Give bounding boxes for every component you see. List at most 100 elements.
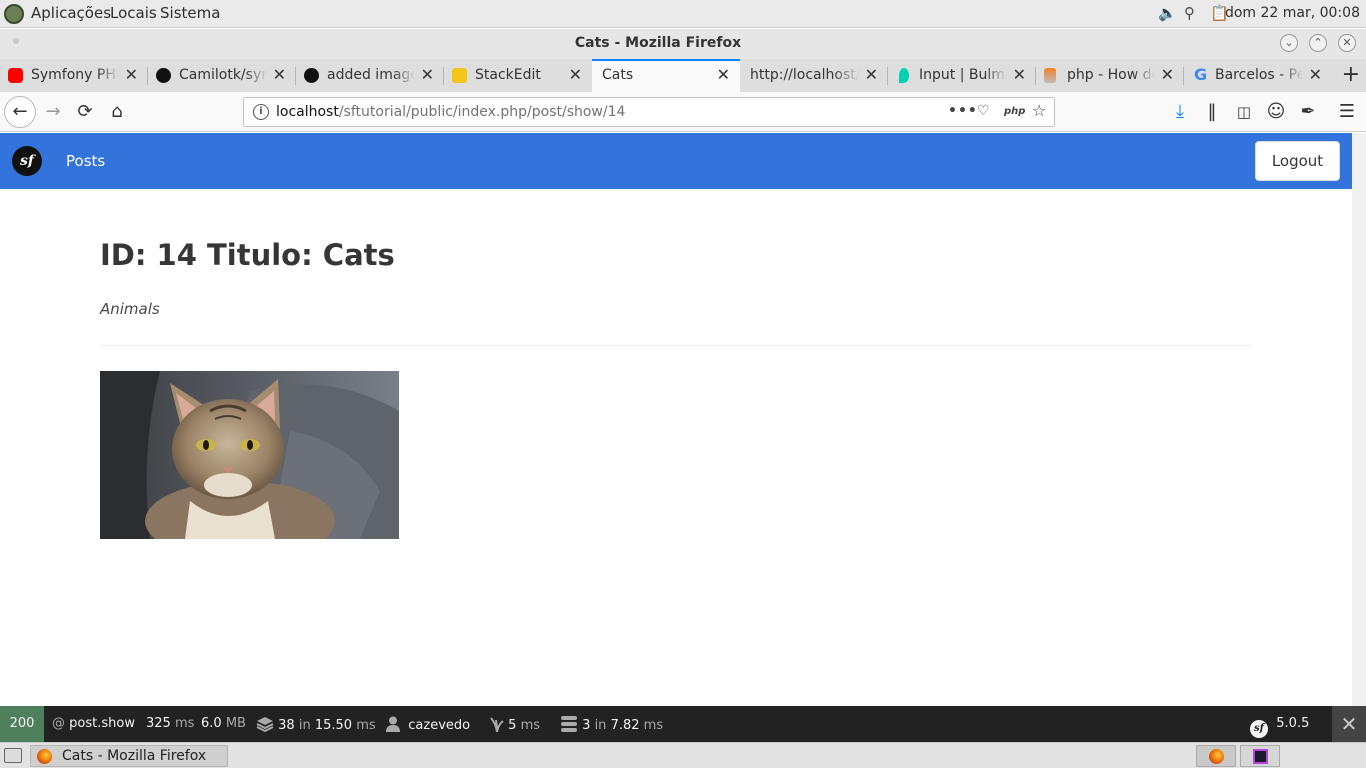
tab-label: StackEdit — [475, 67, 541, 83]
back-button[interactable]: ← — [4, 96, 36, 128]
db-unit: ms — [643, 718, 664, 733]
tab-label: http://localhost/s — [750, 67, 860, 83]
cache-unit: ms — [356, 718, 376, 733]
status-code-badge[interactable]: 200 — [0, 706, 44, 742]
tab-camilotk[interactable]: Camilotk/sym ✕ — [148, 59, 296, 92]
volume-icon[interactable]: 🔈 — [1158, 4, 1177, 22]
google-icon: G — [1194, 65, 1208, 84]
close-tab-icon[interactable]: ✕ — [1309, 65, 1322, 84]
library-icon[interactable]: ‖ — [1198, 98, 1226, 126]
route-name: post.show — [69, 716, 135, 731]
network-icon[interactable]: ⚲ — [1184, 4, 1195, 22]
taskbar-window-button[interactable]: Cats - Mozilla Firefox — [30, 745, 228, 767]
url-text[interactable]: localhost/sftutorial/public/index.php/po… — [276, 104, 625, 120]
hamburger-menu-icon[interactable]: ☰ — [1333, 98, 1361, 126]
close-tab-icon[interactable]: ✕ — [273, 65, 286, 84]
route-at-icon: @ — [52, 716, 70, 731]
route-panel[interactable]: @ post.show — [52, 716, 135, 731]
symfony-icon: sf — [1250, 720, 1268, 738]
close-window-icon[interactable]: ✕ — [1338, 34, 1356, 52]
db-time: 7.82 — [610, 718, 640, 733]
tab-localhost[interactable]: http://localhost/s ✕ — [740, 59, 888, 92]
tab-cats[interactable]: Cats ✕ — [592, 59, 740, 92]
menu-system[interactable]: Sistema — [160, 4, 220, 22]
tab-symfony-php[interactable]: Symfony PHP ✕ — [0, 59, 148, 92]
page-actions-icon[interactable]: ••• — [948, 103, 978, 119]
tab-stackoverflow[interactable]: php - How do ✕ — [1036, 59, 1184, 92]
site-navbar: sf Posts Logout — [0, 133, 1352, 189]
time-value: 325 — [146, 716, 171, 731]
database-icon — [561, 716, 577, 732]
nav-posts-link[interactable]: Posts — [66, 152, 105, 170]
close-tab-icon[interactable]: ✕ — [569, 65, 582, 84]
db-query-count: 3 — [582, 718, 591, 733]
minimize-icon[interactable]: ⌄ — [1280, 34, 1298, 52]
cache-in-label: in — [298, 718, 311, 733]
close-tab-icon[interactable]: ✕ — [717, 65, 730, 84]
tab-barcelos[interactable]: G Barcelos - Pe ✕ — [1184, 59, 1332, 92]
clock[interactable]: dom 22 mar, 00:08 — [1225, 5, 1360, 21]
firefox-icon — [37, 749, 52, 764]
new-tab-button[interactable]: + — [1342, 62, 1360, 87]
time-panel[interactable]: 325 ms — [146, 716, 194, 731]
tab-label: Barcelos - Pe — [1215, 67, 1303, 83]
time-unit: ms — [174, 716, 195, 731]
bookmark-star-icon[interactable]: ☆ — [1032, 101, 1046, 120]
account-icon[interactable]: ☺ — [1262, 98, 1290, 126]
twig-panel[interactable]: 5 ms — [490, 716, 540, 733]
menu-applications[interactable]: Aplicações — [31, 4, 111, 22]
home-button[interactable]: ⌂ — [103, 98, 131, 126]
tab-label: added images — [327, 67, 415, 83]
cache-layers-icon — [256, 717, 274, 732]
close-tab-icon[interactable]: ✕ — [125, 65, 138, 84]
cache-panel[interactable]: 38 in 15.50 ms — [256, 716, 376, 733]
cache-time: 15.50 — [314, 718, 353, 733]
reload-button[interactable]: ⟳ — [71, 98, 99, 126]
tab-bulma-input[interactable]: Input | Bulma ✕ — [888, 59, 1036, 92]
close-tab-icon[interactable]: ✕ — [1161, 65, 1174, 84]
symfony-version-panel[interactable]: sf 5.0.5 — [1250, 716, 1309, 738]
top-panel: Aplicações Locais Sistema 🔈 ⚲ 📋 dom 22 m… — [0, 0, 1366, 28]
taskbar: Cats - Mozilla Firefox — [0, 742, 1366, 768]
symfony-debug-toolbar: 200 @ post.show 325 ms 6.0 MB 38 in 15.5… — [0, 706, 1366, 742]
url-bar[interactable]: i localhost/sftutorial/public/index.php/… — [243, 97, 1055, 127]
show-desktop-icon[interactable] — [4, 748, 22, 763]
tab-label: Camilotk/sym — [179, 67, 267, 83]
taskbar-window-title: Cats - Mozilla Firefox — [62, 748, 207, 764]
downloads-icon[interactable]: ⤓ — [1166, 98, 1194, 126]
symfony-logo-icon[interactable]: sf — [12, 146, 42, 176]
twig-icon — [490, 717, 504, 732]
tab-label: Cats — [602, 67, 634, 83]
applications-logo-icon[interactable] — [4, 4, 24, 24]
database-panel[interactable]: 3 in 7.82 ms — [560, 716, 663, 733]
window-titlebar: Cats - Mozilla Firefox ⌄ ⌃ ✕ — [0, 29, 1366, 59]
url-host: localhost — [276, 104, 339, 120]
sidebar-icon[interactable]: ◫ — [1230, 98, 1258, 126]
db-in-label: in — [594, 718, 607, 733]
symfony-version: 5.0.5 — [1276, 716, 1310, 731]
close-tab-icon[interactable]: ✕ — [421, 65, 434, 84]
tab-added-images[interactable]: added images ✕ — [296, 59, 444, 92]
user-panel[interactable]: cazevedo — [386, 716, 470, 733]
site-info-icon[interactable]: i — [253, 104, 269, 120]
pocket-icon[interactable]: ♡ — [977, 103, 990, 119]
close-tab-icon[interactable]: ✕ — [1013, 65, 1026, 84]
menu-places[interactable]: Locais — [110, 4, 157, 22]
tab-label: Symfony PHP — [31, 67, 119, 83]
page-scrollbar[interactable] — [1352, 133, 1366, 706]
close-toolbar-icon[interactable]: ✕ — [1332, 706, 1366, 742]
content-divider — [100, 345, 1252, 346]
firefox-workspace-icon — [1209, 749, 1224, 764]
tab-stackedit[interactable]: StackEdit ✕ — [444, 59, 592, 92]
close-tab-icon[interactable]: ✕ — [865, 65, 878, 84]
post-title: ID: 14 Titulo: Cats — [100, 238, 395, 272]
navigation-toolbar: ← → ⟳ ⌂ i localhost/sftutorial/public/in… — [0, 92, 1366, 132]
maximize-icon[interactable]: ⌃ — [1309, 34, 1327, 52]
workspace-2[interactable] — [1240, 745, 1280, 767]
memory-panel[interactable]: 6.0 MB — [201, 716, 246, 731]
developer-tools-icon[interactable]: ✒ — [1294, 98, 1322, 126]
php-extension-icon[interactable]: php — [1004, 106, 1025, 117]
workspace-1[interactable] — [1196, 745, 1236, 767]
forward-button[interactable]: → — [39, 98, 67, 126]
logout-button[interactable]: Logout — [1255, 141, 1340, 181]
